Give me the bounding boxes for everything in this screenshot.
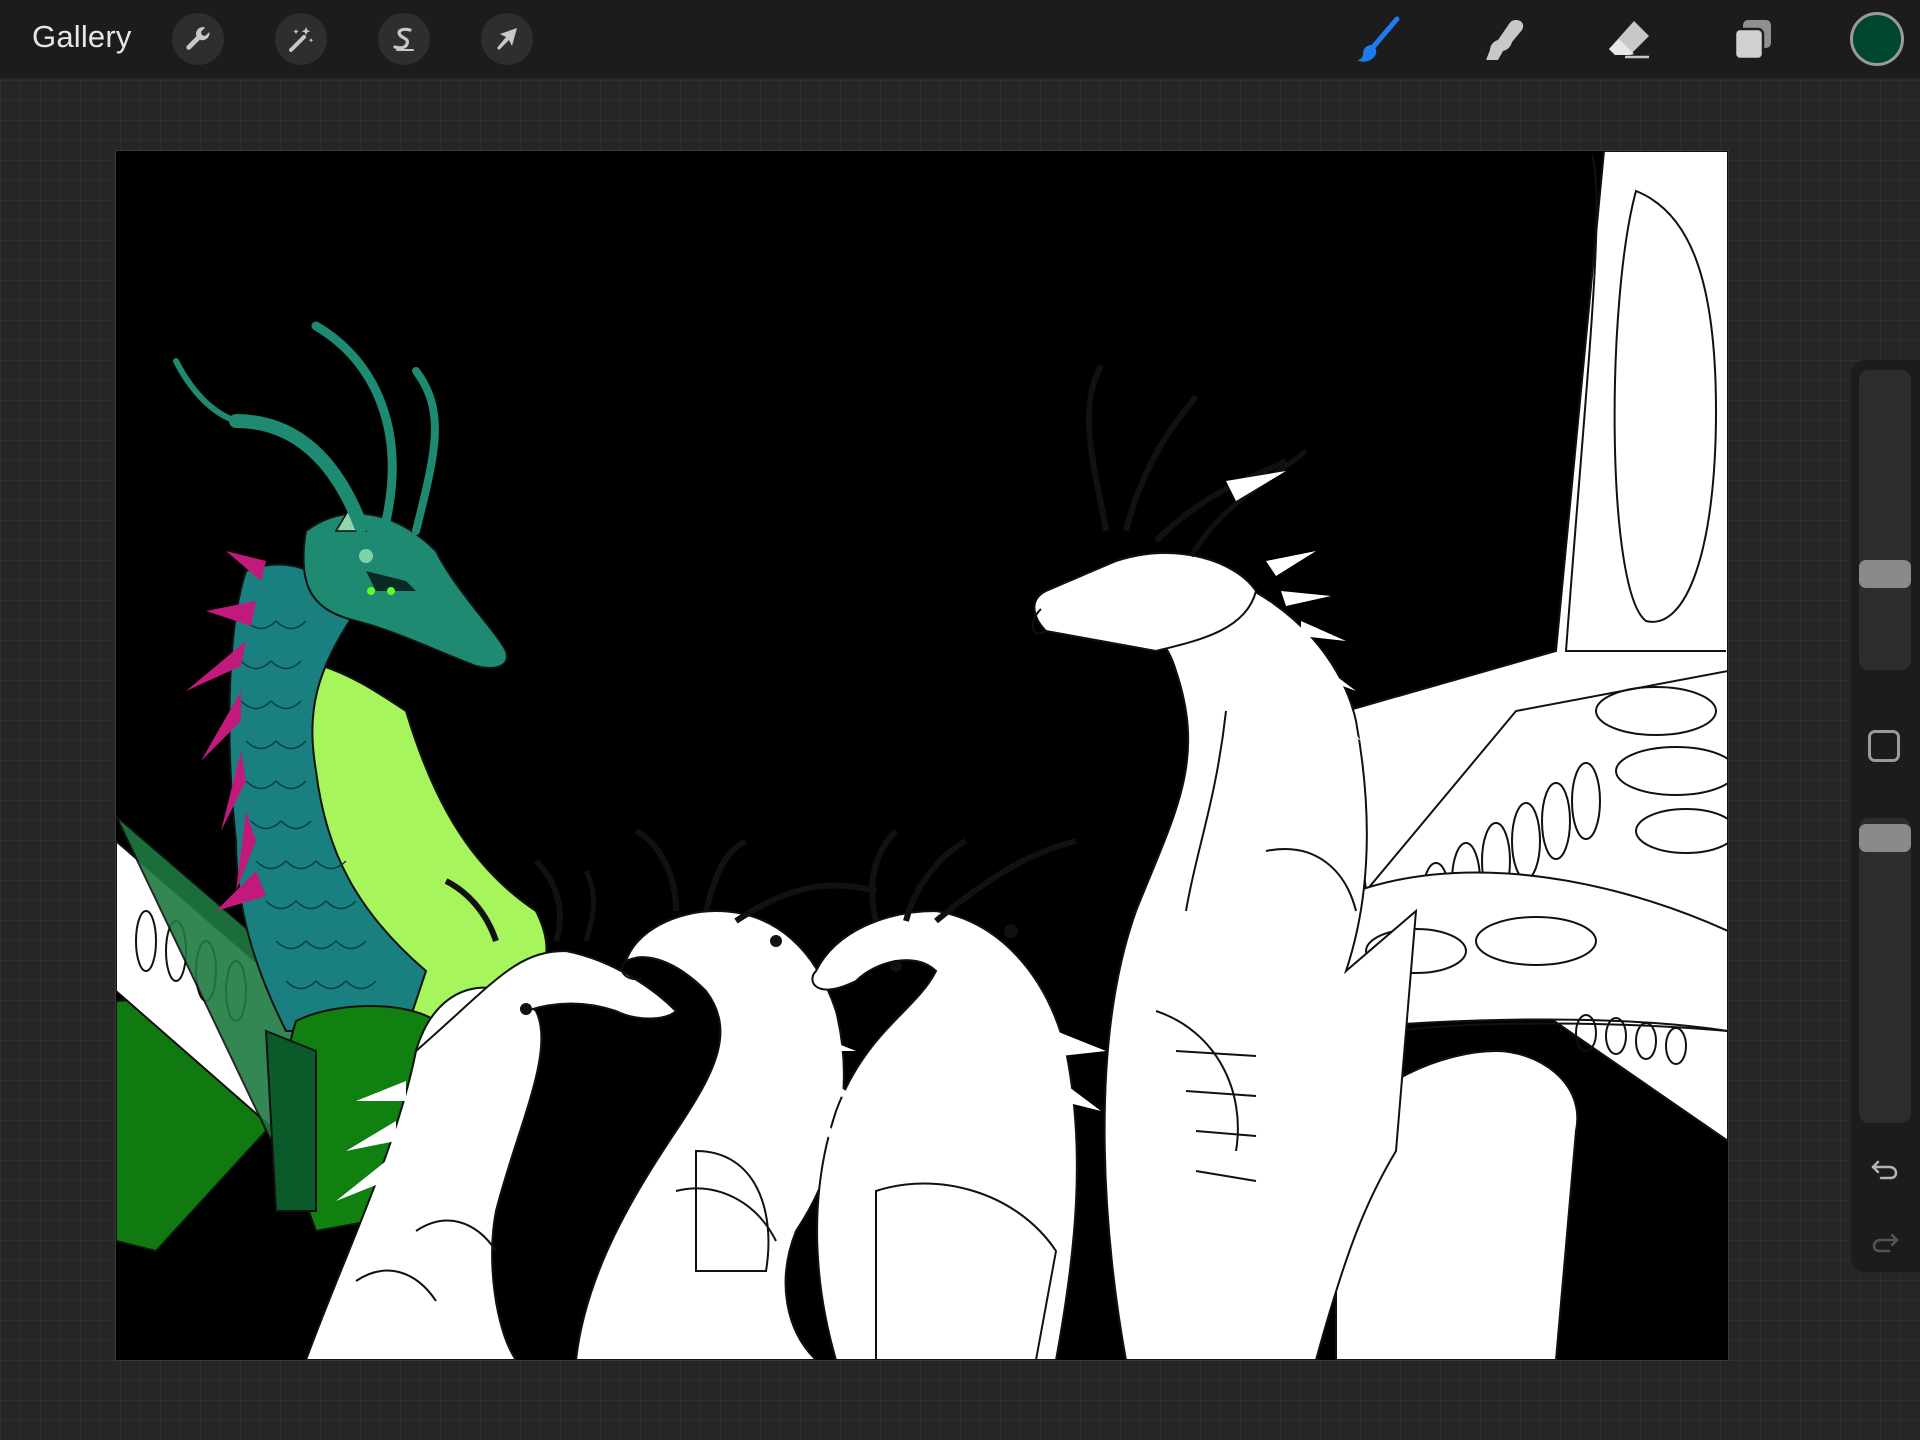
layers-icon xyxy=(1733,20,1771,61)
actions-button[interactable] xyxy=(172,13,224,65)
layers-button[interactable] xyxy=(1725,12,1781,68)
brush-size-slider-thumb[interactable] xyxy=(1859,560,1911,588)
selection-button[interactable] xyxy=(378,13,430,65)
brush-icon xyxy=(1357,16,1400,62)
top-toolbar: Gallery xyxy=(0,0,1920,78)
opacity-slider-thumb[interactable] xyxy=(1859,824,1911,852)
modify-square-icon[interactable] xyxy=(1868,730,1900,762)
opacity-slider[interactable] xyxy=(1859,818,1911,1123)
brush-tool-button[interactable] xyxy=(1350,12,1406,68)
brush-size-slider[interactable] xyxy=(1859,370,1911,670)
transform-button[interactable] xyxy=(481,13,533,65)
arrow-cursor-icon xyxy=(497,28,517,50)
magic-wand-icon xyxy=(289,27,314,52)
redo-icon xyxy=(1872,1233,1899,1253)
smudge-icon xyxy=(1486,20,1524,60)
gallery-button[interactable]: Gallery xyxy=(32,19,132,55)
eraser-icon xyxy=(1609,21,1649,59)
redo-button[interactable] xyxy=(1859,1215,1911,1267)
undo-icon xyxy=(1871,1160,1898,1180)
eraser-tool-button[interactable] xyxy=(1601,12,1657,68)
wrench-icon xyxy=(186,27,210,50)
undo-button[interactable] xyxy=(1859,1142,1911,1194)
adjustments-button[interactable] xyxy=(275,13,327,65)
dragon-artwork xyxy=(116,151,1728,1360)
color-picker-button[interactable] xyxy=(1850,12,1904,66)
drawing-canvas[interactable] xyxy=(116,151,1728,1360)
selection-s-icon xyxy=(393,27,414,51)
smudge-tool-button[interactable] xyxy=(1476,12,1532,68)
